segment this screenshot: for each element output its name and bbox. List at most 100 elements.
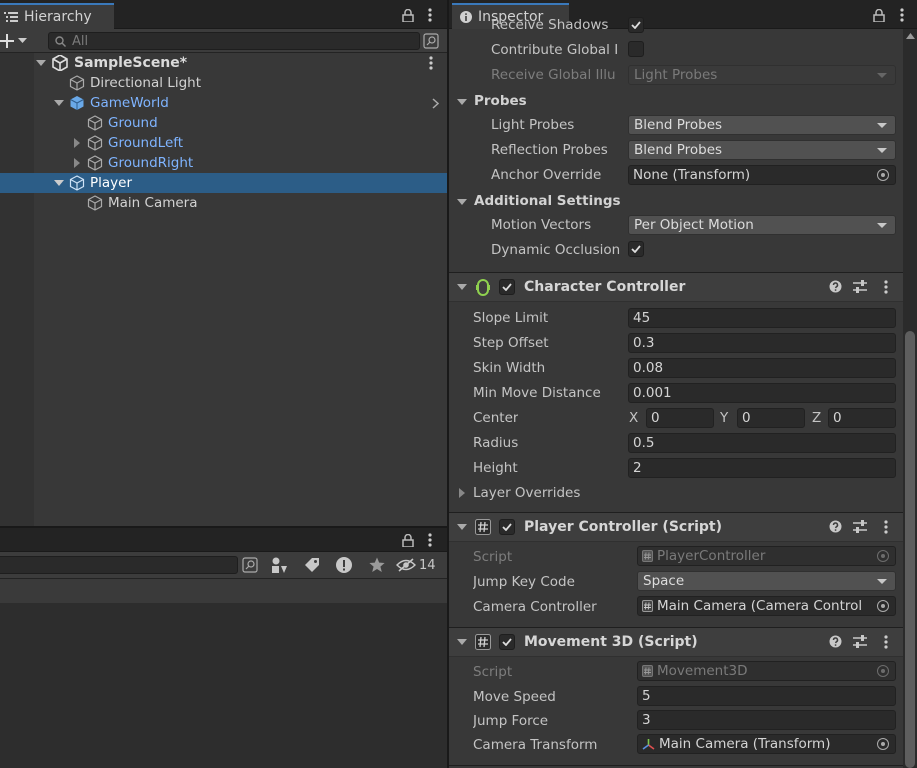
center-x-value: 0 [651, 410, 660, 426]
hierarchy-item-main-camera[interactable]: Main Camera [0, 193, 447, 213]
project-search-input[interactable] [0, 556, 238, 574]
chevron-right-icon[interactable] [432, 98, 439, 109]
fold-closed-icon[interactable] [72, 138, 82, 148]
eye-slash-icon [396, 558, 416, 572]
m3d-script-value: Movement3D [657, 663, 748, 679]
min-move-distance-field[interactable]: 0.001 [628, 383, 896, 403]
search-options-icon[interactable] [242, 557, 258, 573]
item-label: GameWorld [90, 95, 169, 111]
warning-filter-icon[interactable] [335, 556, 353, 574]
contribute-gi-checkbox[interactable] [628, 41, 644, 57]
fold-open-icon[interactable] [457, 637, 467, 647]
light-probes-dropdown[interactable]: Blend Probes [628, 115, 896, 135]
lock-icon[interactable] [401, 6, 415, 24]
receive-gi-label: Receive Global Illu [491, 67, 616, 83]
slope-limit-field[interactable]: 45 [628, 308, 896, 328]
skin-width-label: Skin Width [473, 360, 546, 376]
fold-open-icon[interactable] [457, 522, 467, 532]
hierarchy-item-directional-light[interactable]: Directional Light [0, 73, 447, 93]
motion-vectors-label: Motion Vectors [491, 217, 592, 233]
center-x-field[interactable]: 0 [646, 408, 714, 428]
layer-overrides-foldout[interactable]: Layer Overrides [457, 484, 657, 504]
hierarchy-item-groundleft[interactable]: GroundLeft [0, 133, 447, 153]
probes-foldout[interactable]: Probes [457, 92, 657, 112]
object-picker-icon[interactable] [877, 600, 889, 612]
hidden-packages-toggle[interactable]: 14 [396, 555, 444, 575]
center-y-field[interactable]: 0 [737, 408, 805, 428]
scene-menu-icon[interactable] [429, 56, 433, 70]
preset-sliders-icon[interactable] [853, 280, 867, 293]
gameobject-cube-icon [69, 175, 85, 191]
kebab-menu-icon[interactable] [423, 531, 437, 549]
star-favorites-icon[interactable] [369, 557, 385, 573]
character-controller-enabled-checkbox[interactable] [499, 279, 515, 295]
player-controller-enabled-checkbox[interactable] [499, 519, 515, 535]
scrollbar-thumb[interactable] [905, 331, 915, 768]
preset-sliders-icon[interactable] [853, 520, 867, 533]
step-offset-field[interactable]: 0.3 [628, 333, 896, 353]
radius-field[interactable]: 0.5 [628, 433, 896, 453]
contribute-gi-label: Contribute Global I [491, 42, 619, 58]
fold-closed-icon [457, 488, 467, 498]
additional-settings-foldout[interactable]: Additional Settings [457, 192, 657, 212]
height-field[interactable]: 2 [628, 458, 896, 478]
motion-vectors-dropdown[interactable]: Per Object Motion [628, 215, 896, 235]
camera-transform-field[interactable]: Main Camera (Transform) [637, 734, 896, 754]
hierarchy-item-player[interactable]: Player [0, 173, 447, 193]
center-z-field[interactable]: 0 [828, 408, 896, 428]
add-button[interactable] [0, 32, 34, 50]
search-options-icon[interactable] [423, 33, 439, 49]
hierarchy-item-groundright[interactable]: GroundRight [0, 153, 447, 173]
filter-by-type-icon[interactable] [270, 556, 288, 574]
object-picker-icon[interactable] [877, 169, 889, 181]
tab-hierarchy[interactable]: Hierarchy [0, 3, 114, 29]
script-hash-icon [475, 634, 491, 650]
hidden-count: 14 [419, 557, 436, 573]
help-icon[interactable] [829, 520, 842, 533]
scrollbar-up-icon[interactable] [906, 33, 915, 39]
hierarchy-item-ground[interactable]: Ground [0, 113, 447, 133]
radius-label: Radius [473, 435, 519, 451]
camera-controller-field[interactable]: Main Camera (Camera Control [637, 596, 896, 616]
object-picker-icon[interactable] [877, 738, 889, 750]
fold-open-icon[interactable] [36, 58, 46, 68]
hierarchy-search-input[interactable]: All [48, 32, 420, 50]
scene-row[interactable]: SampleScene* [0, 53, 447, 73]
gameobject-cube-icon [87, 135, 103, 151]
project-panel: 14 [0, 528, 447, 768]
script-file-icon [642, 600, 653, 612]
movement3d-enabled-checkbox[interactable] [499, 634, 515, 650]
pane-splitter-horizontal[interactable] [0, 526, 447, 528]
component-menu-icon[interactable] [884, 520, 888, 534]
kebab-menu-icon[interactable] [423, 6, 437, 24]
preset-sliders-icon[interactable] [853, 635, 867, 648]
center-label: Center [473, 410, 519, 426]
fold-open-icon[interactable] [54, 178, 64, 188]
anchor-override-field[interactable]: None (Transform) [628, 165, 896, 185]
jump-force-value: 3 [642, 712, 651, 728]
lock-icon[interactable] [401, 531, 415, 549]
step-offset-label: Step Offset [473, 335, 549, 351]
label-tag-icon[interactable] [304, 557, 320, 573]
chevron-down-icon [877, 148, 887, 153]
help-icon[interactable] [829, 280, 842, 293]
fold-open-icon[interactable] [54, 98, 64, 108]
dynamic-occlusion-checkbox[interactable] [628, 241, 644, 257]
jump-force-field[interactable]: 3 [637, 710, 896, 730]
component-menu-icon[interactable] [884, 635, 888, 649]
hierarchy-item-gameworld[interactable]: GameWorld [0, 93, 447, 113]
component-menu-icon[interactable] [884, 280, 888, 294]
skin-width-field[interactable]: 0.08 [628, 358, 896, 378]
dynamic-occlusion-label: Dynamic Occlusion [491, 242, 621, 258]
item-label: Main Camera [108, 195, 198, 211]
item-label: GroundRight [108, 155, 194, 171]
move-speed-field[interactable]: 5 [637, 686, 896, 706]
fold-closed-icon[interactable] [72, 158, 82, 168]
fold-open-icon[interactable] [457, 282, 467, 292]
reflection-probes-dropdown[interactable]: Blend Probes [628, 140, 896, 160]
anchor-override-value: None (Transform) [633, 167, 751, 183]
help-icon[interactable] [829, 635, 842, 648]
reflection-probes-label: Reflection Probes [491, 142, 608, 158]
gameobject-cube-icon [87, 155, 103, 171]
jump-key-dropdown[interactable]: Space [637, 571, 896, 591]
